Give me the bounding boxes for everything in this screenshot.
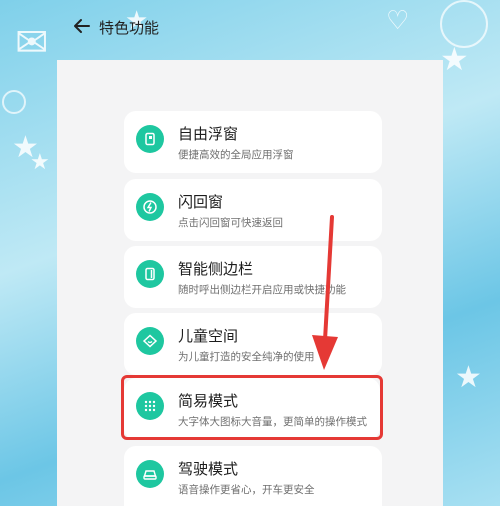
- ring-decoration: [440, 0, 488, 48]
- star-decoration-icon: ★: [30, 150, 50, 175]
- floating-window-icon: [136, 125, 164, 153]
- feature-name: 智能侧边栏: [178, 260, 254, 278]
- kids-space-icon: [136, 327, 164, 355]
- feature-desc: 点击闪回窗可快速返回: [178, 217, 283, 229]
- feature-item-floating-window[interactable]: 自由浮窗 便捷高效的全局应用浮窗: [124, 111, 382, 173]
- flashback-icon: [136, 193, 164, 221]
- feature-name: 闪回窗: [178, 193, 224, 211]
- envelope-decoration-icon: ✉: [15, 20, 49, 66]
- page-header: [57, 60, 443, 116]
- feature-name: 驾驶模式: [178, 460, 239, 478]
- ring-decoration: [2, 90, 26, 114]
- feature-name: 自由浮窗: [178, 125, 239, 143]
- highlight-box: [121, 375, 383, 440]
- feature-name: 儿童空间: [178, 327, 239, 345]
- feature-desc: 为儿童打造的安全纯净的使用: [178, 351, 315, 363]
- back-arrow-icon[interactable]: [72, 16, 92, 36]
- feature-desc: 便捷高效的全局应用浮窗: [178, 149, 294, 161]
- page-title: 特色功能: [99, 19, 160, 37]
- pointer-arrow-icon: [312, 215, 338, 370]
- sidebar-icon: [136, 260, 164, 288]
- feature-item-driving-mode[interactable]: 驾驶模式 语音操作更省心，开车更安全: [124, 446, 382, 506]
- star-decoration-icon: ★: [455, 360, 482, 395]
- feature-desc: 语音操作更省心，开车更安全: [178, 484, 315, 496]
- driving-mode-icon: [136, 460, 164, 488]
- heart-decoration-icon: ♡: [386, 6, 410, 36]
